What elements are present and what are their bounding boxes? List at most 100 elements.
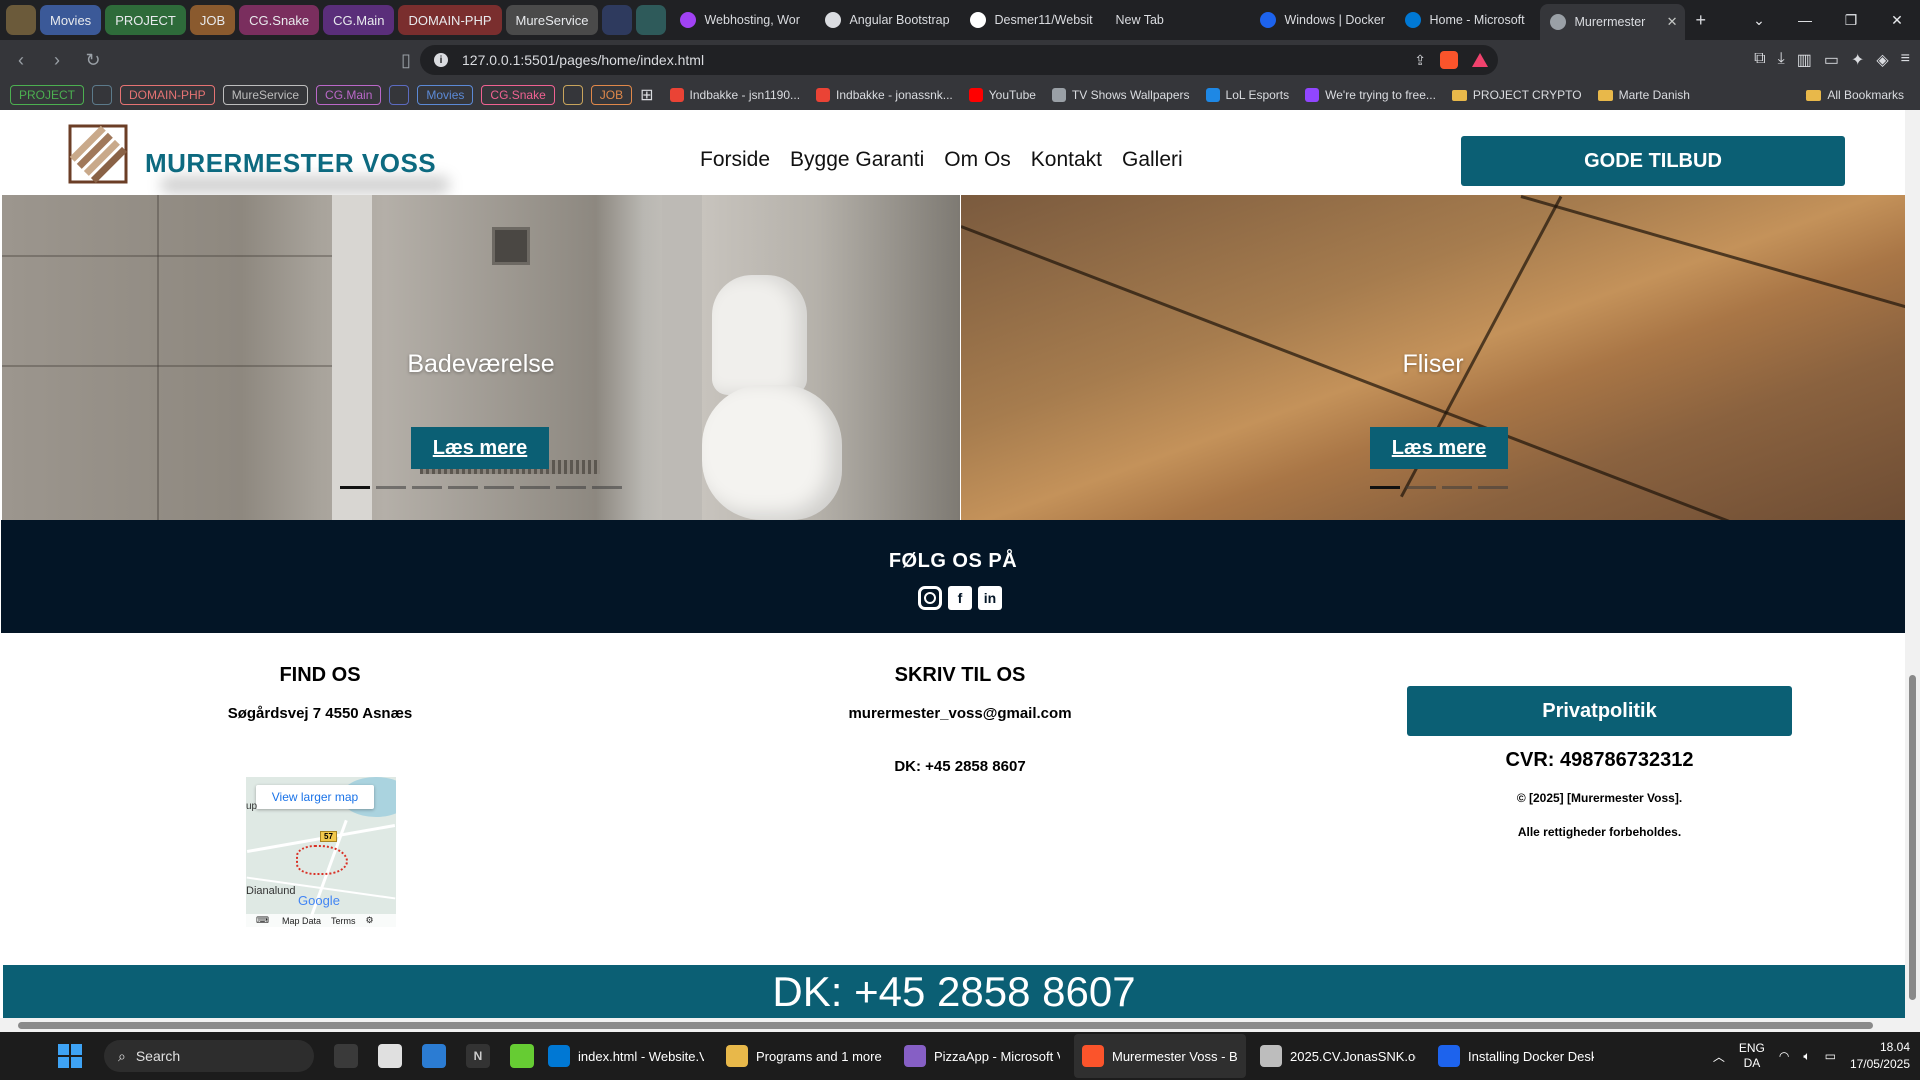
carousel-dot[interactable] xyxy=(1370,486,1400,489)
task-view-icon[interactable] xyxy=(334,1044,358,1068)
brave-shields-icon[interactable] xyxy=(1440,51,1458,69)
tab-group-chip[interactable] xyxy=(6,5,36,35)
report-icon[interactable]: ⚙ xyxy=(366,915,374,926)
laes-mere-button[interactable]: Læs mere xyxy=(1370,427,1508,469)
wifi-icon[interactable]: ◠ xyxy=(1779,1049,1789,1063)
windows-start-icon[interactable] xyxy=(58,1044,82,1068)
nav-kontakt[interactable]: Kontakt xyxy=(1031,148,1102,172)
tab-group-chip[interactable]: JOB xyxy=(189,5,236,35)
bookmark-item[interactable]: Indbakke - jonassnk... xyxy=(816,88,953,102)
facebook-icon[interactable]: f xyxy=(948,586,972,610)
view-larger-map-link[interactable]: View larger map xyxy=(256,785,374,809)
keyboard-icon[interactable]: ⌨ xyxy=(256,915,269,926)
phone-text[interactable]: DK: +45 2858 8607 xyxy=(810,758,1110,775)
browser-tab[interactable]: Murermester ✕ xyxy=(1540,4,1686,40)
bookmark-star-icon[interactable]: ▯ xyxy=(391,45,421,75)
nav-galleri[interactable]: Galleri xyxy=(1122,148,1183,172)
bookmark-group-chip[interactable]: CG.Snake xyxy=(481,85,555,105)
taskbar-search[interactable]: ⌕ Search xyxy=(104,1040,314,1072)
privatpolitik-button[interactable]: Privatpolitik xyxy=(1407,686,1792,736)
tab-group-chip[interactable] xyxy=(636,5,667,35)
taskbar-app[interactable]: PizzaApp - Microsoft Vi xyxy=(896,1034,1068,1078)
carousel-dot[interactable] xyxy=(484,486,514,489)
embedded-map[interactable]: View larger map up 57 Dianalund Google ⌨… xyxy=(246,777,396,927)
carousel-dot[interactable] xyxy=(1406,486,1436,489)
bookmark-group-chip[interactable] xyxy=(562,85,583,105)
browser-tab[interactable]: Desmer11/Websit xyxy=(960,4,1105,36)
taskbar-app[interactable]: Programs and 1 more ta xyxy=(718,1034,890,1078)
url-omnibox[interactable]: i 127.0.0.1:5501/pages/home/index.html ⇪ xyxy=(420,45,1498,75)
scrollbar-thumb[interactable] xyxy=(18,1022,1873,1029)
extensions-icon[interactable]: ⧉ xyxy=(1754,50,1765,70)
taskbar-app[interactable]: Murermester Voss - Bra xyxy=(1074,1034,1246,1078)
close-tab-icon[interactable]: ✕ xyxy=(1667,14,1678,30)
brand-name[interactable]: MURERMESTER VOSS xyxy=(145,148,436,179)
bookmark-group-chip[interactable]: JOB xyxy=(590,85,633,105)
bookmark-group-chip[interactable]: Movies xyxy=(417,85,474,105)
forward-button[interactable]: › xyxy=(42,45,72,75)
bookmark-group-chip[interactable]: DOMAIN-PHP xyxy=(120,85,215,105)
sidebar-icon[interactable]: ▥ xyxy=(1797,50,1812,70)
browser-tab[interactable]: Home - Microsoft xyxy=(1395,4,1540,36)
carousel-dot[interactable] xyxy=(412,486,442,489)
bookmark-group-chip[interactable]: CG.Main xyxy=(316,85,382,105)
email-text[interactable]: murermester_voss@gmail.com xyxy=(810,705,1110,722)
horizontal-scrollbar[interactable] xyxy=(0,1018,1920,1032)
bookmark-item[interactable]: Marte Danish xyxy=(1597,88,1690,102)
bookmark-item[interactable]: LoL Esports xyxy=(1205,88,1289,102)
taskbar-app[interactable]: index.html - Website.Vo xyxy=(540,1034,712,1078)
browser-tab[interactable]: Webhosting, Wor xyxy=(670,4,815,36)
taskbar-app[interactable]: Installing Docker Deskto xyxy=(1430,1034,1602,1078)
bottom-phone-text[interactable]: DK: +45 2858 8607 xyxy=(772,968,1135,1016)
map-data-link[interactable]: Map Data xyxy=(282,916,321,926)
language-indicator[interactable]: ENG DA xyxy=(1739,1041,1765,1071)
wallet-icon[interactable]: ▭ xyxy=(1824,50,1839,70)
carousel-dot[interactable] xyxy=(520,486,550,489)
tab-group-chip[interactable]: PROJECT xyxy=(105,5,186,35)
carousel-dot[interactable] xyxy=(376,486,406,489)
tab-group-chip[interactable] xyxy=(602,5,633,35)
bookmark-group-chip[interactable] xyxy=(92,85,113,105)
close-window-button[interactable]: ✕ xyxy=(1874,0,1920,40)
taskbar-app[interactable]: 2025.CV.JonasSNK.odt - xyxy=(1252,1034,1424,1078)
carousel-dot[interactable] xyxy=(1478,486,1508,489)
menu-icon[interactable]: ≡ xyxy=(1901,50,1910,70)
bookmark-item[interactable]: PROJECT CRYPTO xyxy=(1451,88,1582,102)
carousel-dot[interactable] xyxy=(340,486,370,489)
browser-tab[interactable]: Angular Bootstrap xyxy=(815,4,960,36)
minimize-button[interactable]: — xyxy=(1782,0,1828,40)
carousel-dot[interactable] xyxy=(448,486,478,489)
map-terms-link[interactable]: Terms xyxy=(331,916,356,926)
tab-group-chip[interactable]: MureService xyxy=(505,5,599,35)
downloads-icon[interactable]: ⤓ xyxy=(1778,50,1785,70)
browser-tab[interactable]: New Tab xyxy=(1105,4,1250,36)
snipping-tool-icon[interactable] xyxy=(510,1044,534,1068)
maximize-button[interactable]: ❐ xyxy=(1828,0,1874,40)
carousel-dot[interactable] xyxy=(592,486,622,489)
apps-grid-icon[interactable]: ⊞ xyxy=(640,85,653,105)
gode-tilbud-button[interactable]: GODE TILBUD xyxy=(1461,136,1845,186)
bookmark-group-chip[interactable]: MureService xyxy=(222,85,309,105)
tab-group-chip[interactable]: CG.Main xyxy=(323,5,395,35)
scrollbar-thumb[interactable] xyxy=(1909,675,1916,1000)
bookmark-item[interactable]: YouTube xyxy=(968,88,1036,102)
photos-icon[interactable] xyxy=(422,1044,446,1068)
tray-overflow-icon[interactable]: ︿ xyxy=(1713,1048,1725,1065)
linkedin-icon[interactable]: in xyxy=(978,586,1002,610)
battery-icon[interactable]: ▭ xyxy=(1825,1049,1836,1063)
vertical-scrollbar[interactable] xyxy=(1905,110,1920,1018)
laes-mere-button[interactable]: Læs mere xyxy=(411,427,549,469)
bookmark-item[interactable]: We're trying to free... xyxy=(1305,88,1436,102)
carousel-dot[interactable] xyxy=(1442,486,1472,489)
tab-group-chip[interactable]: CG.Snake xyxy=(239,5,320,35)
share-icon[interactable]: ⇪ xyxy=(1414,52,1426,69)
tab-group-chip[interactable]: DOMAIN-PHP xyxy=(398,5,502,35)
nav-forside[interactable]: Forside xyxy=(700,148,770,172)
back-button[interactable]: ‹ xyxy=(6,45,36,75)
brick-logo-icon[interactable] xyxy=(66,122,130,186)
site-info-icon[interactable]: i xyxy=(434,53,448,67)
clock[interactable]: 18.04 17/05/2025 xyxy=(1850,1039,1910,1073)
carousel-dot[interactable] xyxy=(556,486,586,489)
volume-icon[interactable]: 🔈︎ xyxy=(1803,1049,1810,1064)
tab-search-icon[interactable]: ⌄ xyxy=(1736,0,1782,40)
